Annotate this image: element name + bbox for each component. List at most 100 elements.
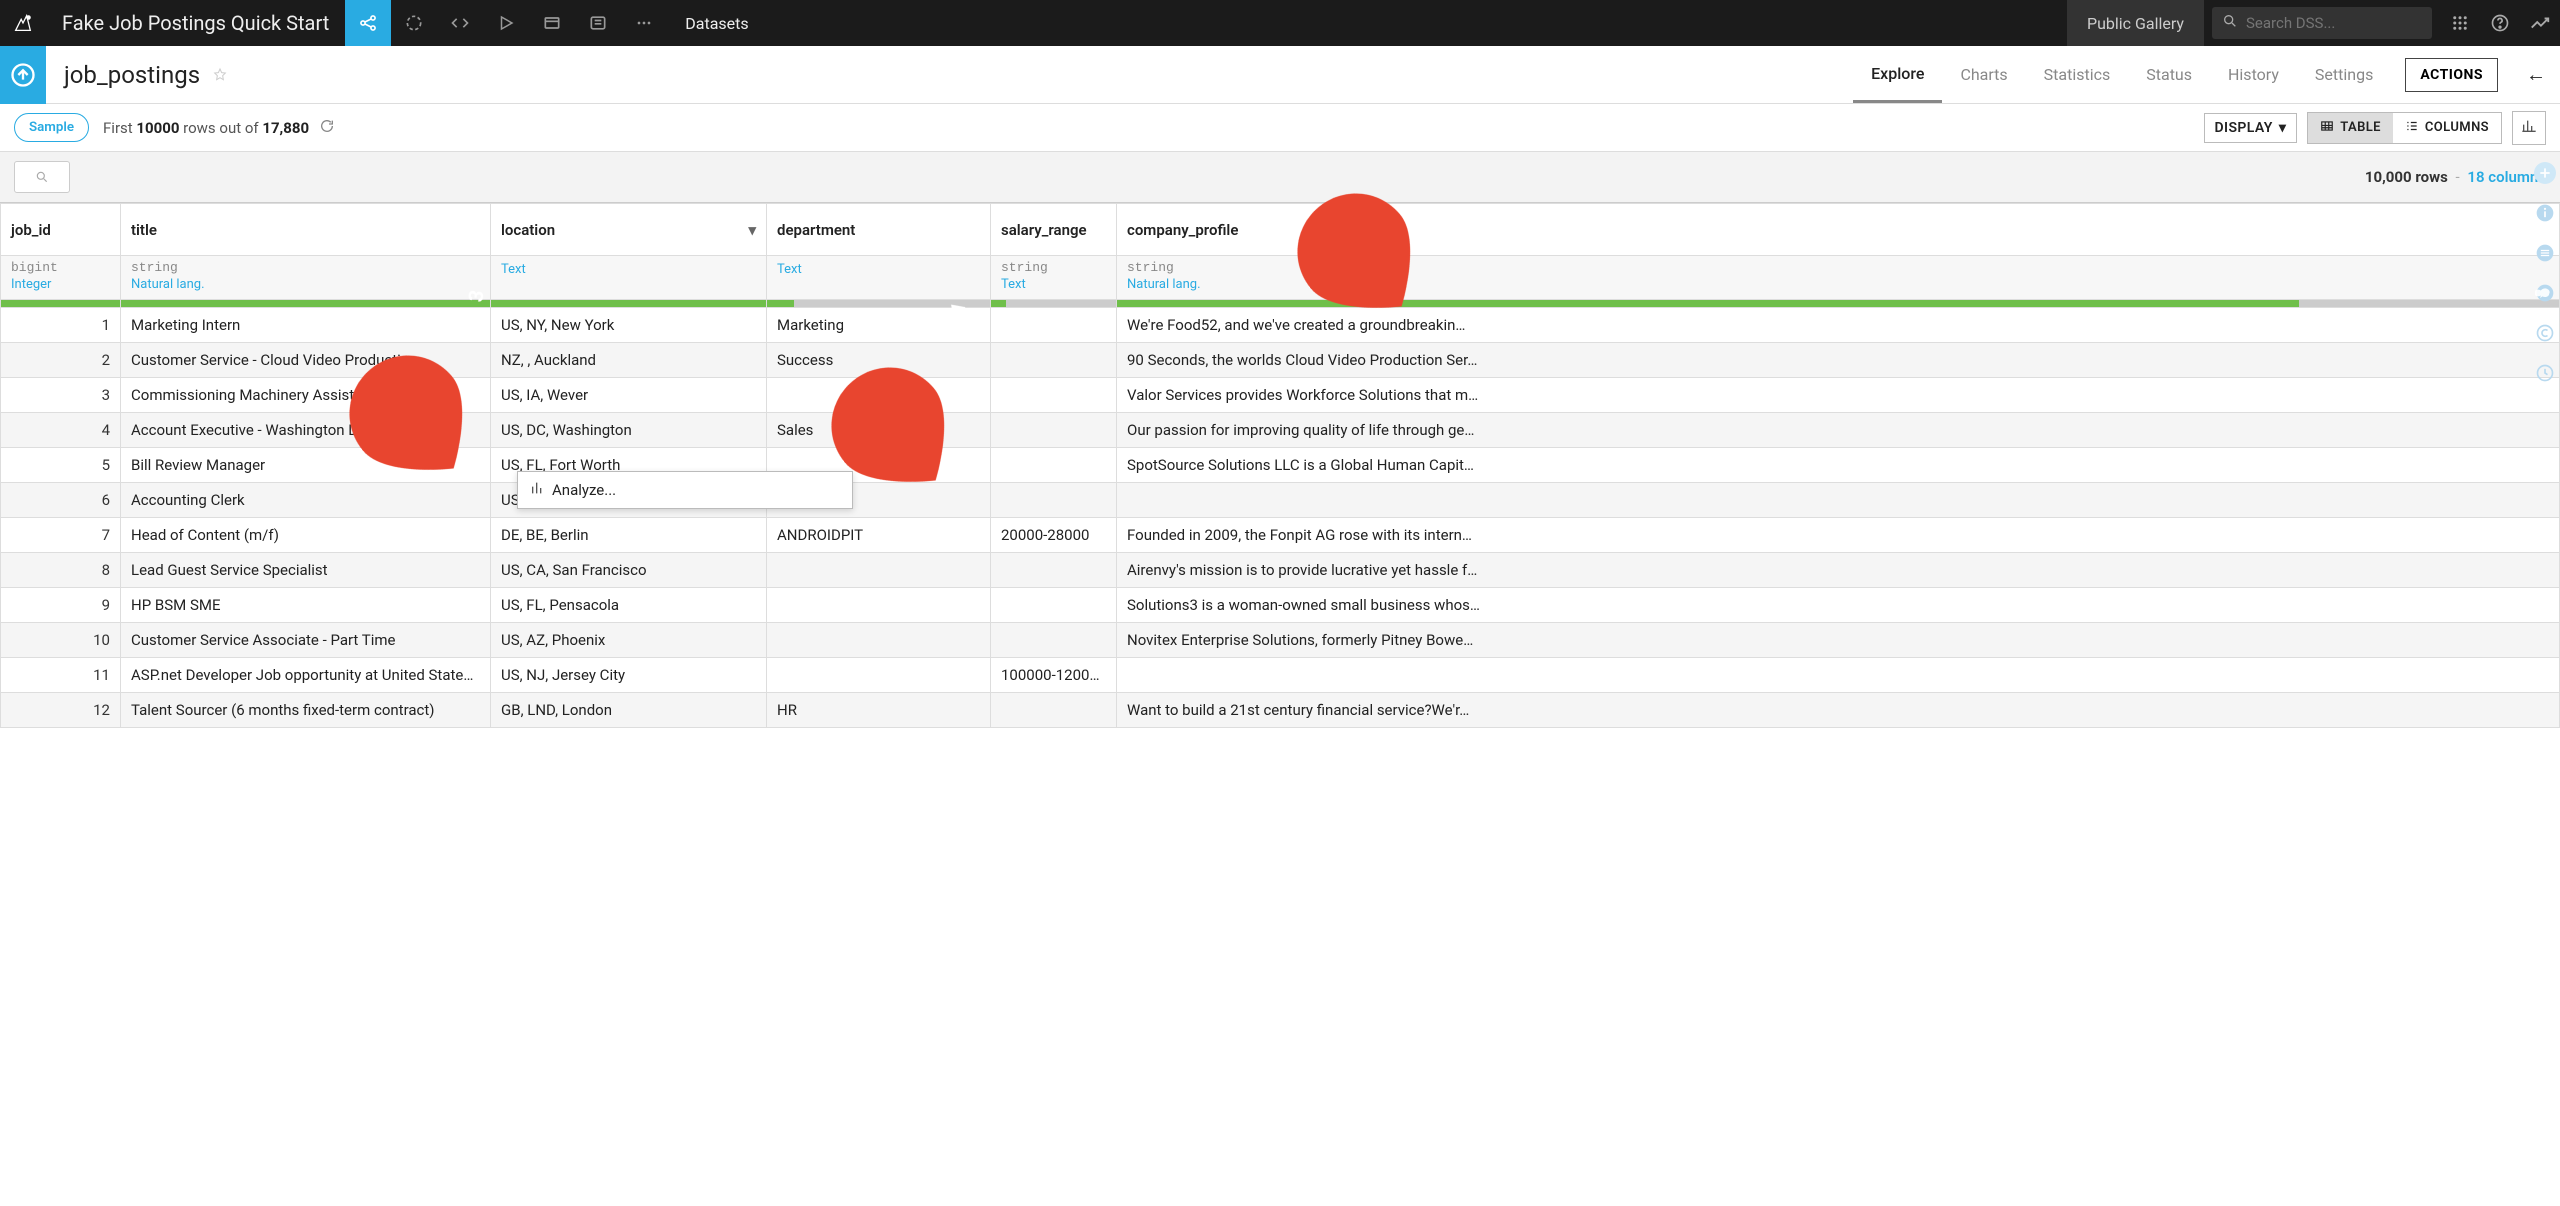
cell-company-profile[interactable] xyxy=(1117,658,2560,693)
meaning-link[interactable]: Integer xyxy=(11,277,110,292)
code-icon[interactable] xyxy=(437,13,483,33)
col-header-department[interactable]: department xyxy=(767,204,991,256)
meaning-link[interactable]: Text xyxy=(501,262,756,277)
col-header-location[interactable]: location▾ xyxy=(491,204,767,256)
cell-salary-range[interactable] xyxy=(991,553,1117,588)
table-row[interactable]: 10Customer Service Associate - Part Time… xyxy=(1,623,2560,658)
col-header-job-id[interactable]: job_id xyxy=(1,204,121,256)
cell-department[interactable]: Success xyxy=(767,343,991,378)
cell-title[interactable]: Account Executive - Washington DC xyxy=(121,413,491,448)
quick-chart-button[interactable] xyxy=(2512,111,2546,145)
cell-salary-range[interactable] xyxy=(991,378,1117,413)
cell-company-profile[interactable]: Want to build a 21st century financial s… xyxy=(1117,693,2560,728)
flow-icon[interactable] xyxy=(345,0,391,46)
table-row[interactable]: 7Head of Content (m/f)DE, BE, BerlinANDR… xyxy=(1,518,2560,553)
table-row[interactable]: 9HP BSM SMEUS, FL, PensacolaSolutions3 i… xyxy=(1,588,2560,623)
nav-circle-icon[interactable] xyxy=(391,13,437,33)
cell-company-profile[interactable]: Novitex Enterprise Solutions, formerly P… xyxy=(1117,623,2560,658)
table-row[interactable]: 6Accounting ClerkUS, MD, xyxy=(1,483,2560,518)
cell-location[interactable]: US, IA, Wever xyxy=(491,378,767,413)
cell-salary-range[interactable] xyxy=(991,343,1117,378)
cell-location[interactable]: DE, BE, Berlin xyxy=(491,518,767,553)
cell-department[interactable]: Sales xyxy=(767,413,991,448)
tab-statistics[interactable]: Statistics xyxy=(2026,46,2129,103)
activity-icon[interactable] xyxy=(2520,12,2560,34)
table-row[interactable]: 11ASP.net Developer Job opportunity at U… xyxy=(1,658,2560,693)
cell-title[interactable]: Lead Guest Service Specialist xyxy=(121,553,491,588)
help-icon[interactable] xyxy=(2480,13,2520,33)
tab-explore[interactable]: Explore xyxy=(1853,46,1942,103)
cell-salary-range[interactable]: 100000-120000 xyxy=(991,658,1117,693)
table-row[interactable]: 1Marketing InternUS, NY, New YorkMarketi… xyxy=(1,308,2560,343)
play-icon[interactable] xyxy=(483,14,529,32)
cell-salary-range[interactable] xyxy=(991,693,1117,728)
cell-company-profile[interactable]: We're Food52, and we've created a ground… xyxy=(1117,308,2560,343)
meaning-link[interactable]: Natural lang. xyxy=(1127,277,2549,292)
cell-title[interactable]: Bill Review Manager xyxy=(121,448,491,483)
cell-location[interactable]: NZ, , Auckland xyxy=(491,343,767,378)
cell-department[interactable] xyxy=(767,623,991,658)
table-row[interactable]: 3Commissioning Machinery Assistant (CMA)… xyxy=(1,378,2560,413)
cell-title[interactable]: ASP.net Developer Job opportunity at Uni… xyxy=(121,658,491,693)
cell-location[interactable]: US, DC, Washington xyxy=(491,413,767,448)
cell-salary-range[interactable] xyxy=(991,413,1117,448)
cell-title[interactable]: Commissioning Machinery Assistant (CMA) xyxy=(121,378,491,413)
rail-add-icon[interactable] xyxy=(2534,162,2556,184)
tab-settings[interactable]: Settings xyxy=(2297,46,2391,103)
cell-title[interactable]: Marketing Intern xyxy=(121,308,491,343)
rail-discuss-icon[interactable] xyxy=(2534,282,2556,304)
cell-location[interactable]: US, NJ, Jersey City xyxy=(491,658,767,693)
cell-title[interactable]: Customer Service Associate - Part Time xyxy=(121,623,491,658)
cell-department[interactable]: Marketing xyxy=(767,308,991,343)
column-search-button[interactable] xyxy=(14,161,70,193)
cell-location[interactable]: US, FL, Pensacola xyxy=(491,588,767,623)
more-icon[interactable] xyxy=(621,13,667,33)
dataiku-logo[interactable] xyxy=(0,0,46,46)
app-icon[interactable] xyxy=(575,13,621,33)
cell-company-profile[interactable]: Solutions3 is a woman-owned small busine… xyxy=(1117,588,2560,623)
view-table-button[interactable]: TABLE xyxy=(2308,113,2393,143)
cell-title[interactable]: Head of Content (m/f) xyxy=(121,518,491,553)
col-header-title[interactable]: title xyxy=(121,204,491,256)
meaning-link[interactable]: Text xyxy=(1001,277,1106,292)
cell-department[interactable] xyxy=(767,378,991,413)
cell-location[interactable]: GB, LND, London xyxy=(491,693,767,728)
cell-company-profile[interactable]: Founded in 2009, the Fonpit AG rose with… xyxy=(1117,518,2560,553)
table-row[interactable]: 12Talent Sourcer (6 months fixed-term co… xyxy=(1,693,2560,728)
tab-charts[interactable]: Charts xyxy=(1942,46,2025,103)
cell-department[interactable] xyxy=(767,658,991,693)
cell-location[interactable]: US, AZ, Phoenix xyxy=(491,623,767,658)
table-row[interactable]: 4Account Executive - Washington DCUS, DC… xyxy=(1,413,2560,448)
star-icon[interactable] xyxy=(212,61,228,89)
public-gallery-label[interactable]: Public Gallery xyxy=(2067,0,2204,46)
project-title[interactable]: Fake Job Postings Quick Start xyxy=(46,0,345,46)
cell-company-profile[interactable]: Our passion for improving quality of lif… xyxy=(1117,413,2560,448)
cell-location[interactable]: US, NY, New York xyxy=(491,308,767,343)
cell-title[interactable]: Accounting Clerk xyxy=(121,483,491,518)
apps-grid-icon[interactable] xyxy=(2440,14,2480,32)
rail-lastbuild-icon[interactable] xyxy=(2534,322,2556,344)
sample-button[interactable]: Sample xyxy=(14,113,89,142)
collapse-arrow-icon[interactable]: ← xyxy=(2512,62,2560,87)
global-search[interactable] xyxy=(2212,7,2432,39)
cell-company-profile[interactable]: Airenvy's mission is to provide lucrativ… xyxy=(1117,553,2560,588)
refresh-icon[interactable] xyxy=(319,118,335,138)
actions-button[interactable]: ACTIONS xyxy=(2405,58,2498,92)
cell-salary-range[interactable] xyxy=(991,448,1117,483)
cell-salary-range[interactable]: 20000-28000 xyxy=(991,518,1117,553)
rail-info-icon[interactable] xyxy=(2534,202,2556,224)
cell-department[interactable] xyxy=(767,553,991,588)
dashboard-icon[interactable] xyxy=(529,13,575,33)
cell-title[interactable]: HP BSM SME xyxy=(121,588,491,623)
cell-company-profile[interactable]: 90 Seconds, the worlds Cloud Video Produ… xyxy=(1117,343,2560,378)
view-columns-button[interactable]: COLUMNS xyxy=(2393,113,2501,143)
tab-history[interactable]: History xyxy=(2210,46,2297,103)
cell-location[interactable]: US, CA, San Francisco xyxy=(491,553,767,588)
col-header-salary-range[interactable]: salary_range xyxy=(991,204,1117,256)
tab-status[interactable]: Status xyxy=(2128,46,2210,103)
rail-history-icon[interactable] xyxy=(2534,362,2556,384)
cell-company-profile[interactable] xyxy=(1117,483,2560,518)
table-row[interactable]: 2Customer Service - Cloud Video Producti… xyxy=(1,343,2560,378)
cell-salary-range[interactable] xyxy=(991,483,1117,518)
dataset-type-icon[interactable] xyxy=(0,46,46,104)
